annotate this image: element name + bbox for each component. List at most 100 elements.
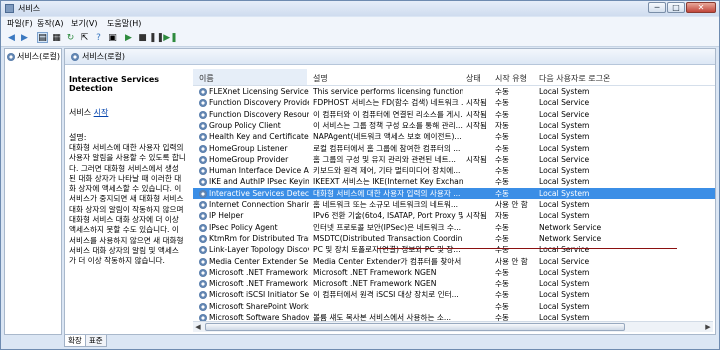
service-log-on-as: Local System (539, 211, 590, 221)
service-name: Link-Layer Topology Discovery... (209, 245, 309, 255)
service-log-on-as: Local System (539, 120, 590, 130)
service-row[interactable]: Internet Connection Sharing (I... 홈 네트워크 … (193, 199, 715, 210)
close-button[interactable]: ✕ (686, 2, 716, 13)
service-startup-type: 수동 (495, 301, 509, 311)
service-startup-type: 수동 (495, 87, 509, 96)
service-name: Health Key and Certificate Ma... (209, 132, 309, 142)
service-log-on-as: Local System (539, 132, 590, 142)
service-row[interactable]: Link-Layer Topology Discovery... PC 및 장치 … (193, 244, 715, 255)
export-icon[interactable]: ⇱ (79, 32, 90, 43)
service-row[interactable]: Interactive Services Detection 대화형 서비스에 대… (193, 187, 715, 199)
service-name: Interactive Services Detection (209, 188, 309, 198)
service-row[interactable]: IKE and AuthIP IPsec Keying M... IKEEXT 서… (193, 176, 715, 187)
service-startup-type: 수동 (495, 245, 509, 255)
forward-icon[interactable]: ▶ (19, 32, 30, 43)
menu-bar: 파일(F) 동작(A) 보기(V) 도움말(H) (1, 17, 719, 30)
refresh-icon[interactable]: ↻ (65, 32, 76, 43)
service-name: Internet Connection Sharing (I... (209, 200, 309, 209)
service-description: 이 서비스는 그룹 정책 구성 요소를 통해 관리... (313, 120, 463, 130)
column-headers: 이름 설명 상태 시작 유형 다음 사용자로 로그온 (193, 69, 715, 86)
service-log-on-as: Local System (539, 267, 590, 277)
properties-icon[interactable]: ▦ (51, 32, 62, 43)
service-description: MSDTC(Distributed Transaction Coordinato… (313, 233, 463, 243)
service-log-on-as: Local System (539, 87, 590, 96)
services-list: 이름 설명 상태 시작 유형 다음 사용자로 로그온 FLEXnet Licen… (193, 69, 715, 322)
tree-item-label: 서비스(로컬) (17, 52, 61, 61)
extended-description-panel: Interactive Services Detection 서비스 시작 설명… (69, 69, 189, 267)
service-name-cell: Microsoft iSCSI Initiator Service (199, 290, 309, 300)
service-row[interactable]: KtmRm for Distributed Transac... MSDTC(Di… (193, 233, 715, 244)
service-description: 로컬 컴퓨터에서 홈 그룹에 참여한 컴퓨터의 ... (313, 143, 461, 153)
service-description: NAPAgent(네트워크 액세스 보호 에이전트)... (313, 132, 462, 142)
service-row[interactable]: Media Center Extender Service Media Cente… (193, 256, 715, 267)
service-row[interactable]: Human Interface Device Access 키보드와 원격 제어,… (193, 165, 715, 176)
service-row[interactable]: Function Discovery Provider H... FDPHOST … (193, 97, 715, 108)
service-status: 시작됨 (466, 109, 487, 119)
service-row[interactable]: HomeGroup Listener 로컬 컴퓨터에서 홈 그룹에 참여한 컴퓨터… (193, 143, 715, 154)
service-description: 이 컴퓨터에서 원격 iSCSI 대상 장치로 인터... (313, 290, 459, 300)
service-row[interactable]: Microsoft SharePoint Workspa... 수동 Local S… (193, 301, 715, 312)
menu-view[interactable]: 보기(V) (71, 18, 97, 29)
scroll-left-arrow-icon[interactable]: ◀ (193, 322, 203, 332)
column-header-log-on-as[interactable]: 다음 사용자로 로그온 (539, 73, 610, 84)
gear-icon (199, 223, 207, 232)
restart-icon[interactable]: ▶❚ (163, 32, 177, 43)
gear-icon (199, 99, 207, 108)
service-row[interactable]: IP Helper IPv6 전환 기술(6to4, ISATAP, Port P… (193, 210, 715, 221)
view-icon[interactable]: ▣ (107, 32, 118, 43)
scroll-right-arrow-icon[interactable]: ▶ (703, 322, 713, 332)
service-log-on-as: Network Service (539, 233, 602, 243)
service-name-cell: Human Interface Device Access (199, 166, 309, 176)
help-icon[interactable]: ? (93, 32, 104, 43)
tab-standard[interactable]: 표준 (84, 335, 107, 347)
column-header-status[interactable]: 상태 (466, 73, 481, 84)
scrollbar-thumb[interactable] (205, 323, 625, 331)
toolbar: ◀ ▶ ▤ ▦ ↻ ⇱ ? ▣ ▶ ■ ❚❚ ▶❚ (1, 30, 719, 47)
service-row[interactable]: IPsec Policy Agent 인터넷 프로토콜 보안(IPSec)은 네트… (193, 222, 715, 233)
service-name-cell: Interactive Services Detection (199, 189, 309, 199)
service-startup-type: 수동 (495, 290, 509, 300)
horizontal-scrollbar[interactable]: ◀ ▶ (193, 321, 713, 332)
column-header-description[interactable]: 설명 (313, 73, 328, 84)
service-row[interactable]: Microsoft .NET Framework NG... Microsoft … (193, 278, 715, 289)
service-startup-type: 사용 안 함 (495, 200, 528, 209)
service-row[interactable]: Group Policy Client 이 서비스는 그룹 정책 구성 요소를 통… (193, 120, 715, 131)
service-row[interactable]: Health Key and Certificate Ma... NAPAgent… (193, 131, 715, 142)
menu-action[interactable]: 동작(A) (37, 18, 63, 29)
service-description: Microsoft .NET Framework NGEN (313, 279, 437, 289)
pause-icon[interactable]: ❚❚ (149, 32, 164, 43)
gear-icon (199, 178, 207, 187)
service-name-cell: KtmRm for Distributed Transac... (199, 234, 309, 244)
menu-file[interactable]: 파일(F) (7, 18, 33, 29)
service-name: HomeGroup Provider (209, 154, 289, 164)
play-icon[interactable]: ▶ (123, 32, 134, 43)
service-startup-type: 수동 (495, 166, 509, 176)
tree-item-services-local[interactable]: 서비스(로컬) (7, 51, 60, 62)
column-header-name[interactable]: 이름 (193, 69, 307, 85)
console-tree-icon[interactable]: ▤ (37, 32, 48, 43)
service-row[interactable]: FLEXnet Licensing Service This service pe… (193, 86, 715, 97)
service-description: 홈 그룹의 구성 및 유지 관리와 관련된 네트... (313, 154, 456, 164)
service-row[interactable]: Microsoft iSCSI Initiator Service 이 컴퓨터에서… (193, 289, 715, 300)
service-row[interactable]: Microsoft .NET Framework NG... Microsoft … (193, 267, 715, 278)
service-status: 시작됨 (466, 211, 487, 221)
start-service-link[interactable]: 시작 (94, 108, 109, 117)
service-status: 시작됨 (466, 154, 487, 164)
column-header-name-label: 이름 (199, 74, 214, 83)
title-bar: 서비스 ─ □ ✕ (1, 1, 719, 16)
service-startup-type: 수동 (495, 154, 509, 164)
maximize-button[interactable]: □ (667, 2, 685, 13)
column-header-startup-type[interactable]: 시작 유형 (495, 73, 527, 84)
pane-header: 서비스(로컬) (65, 49, 715, 65)
gear-icon (199, 201, 207, 209)
menu-help[interactable]: 도움말(H) (107, 18, 141, 29)
tab-extended[interactable]: 확장 (64, 335, 86, 347)
service-row[interactable]: HomeGroup Provider 홈 그룹의 구성 및 유지 관리와 관련된 … (193, 154, 715, 165)
stop-icon[interactable]: ■ (137, 32, 148, 43)
back-icon[interactable]: ◀ (6, 32, 17, 43)
service-row[interactable]: Function Discovery Resource P... 이 컴퓨터와 이… (193, 109, 715, 120)
gear-icon (199, 234, 207, 243)
service-name: Media Center Extender Service (209, 256, 309, 266)
service-description: PC 및 장치 토폴로지(연결) 정보와 PC 및 장... (313, 245, 461, 255)
minimize-button[interactable]: ─ (648, 2, 666, 13)
